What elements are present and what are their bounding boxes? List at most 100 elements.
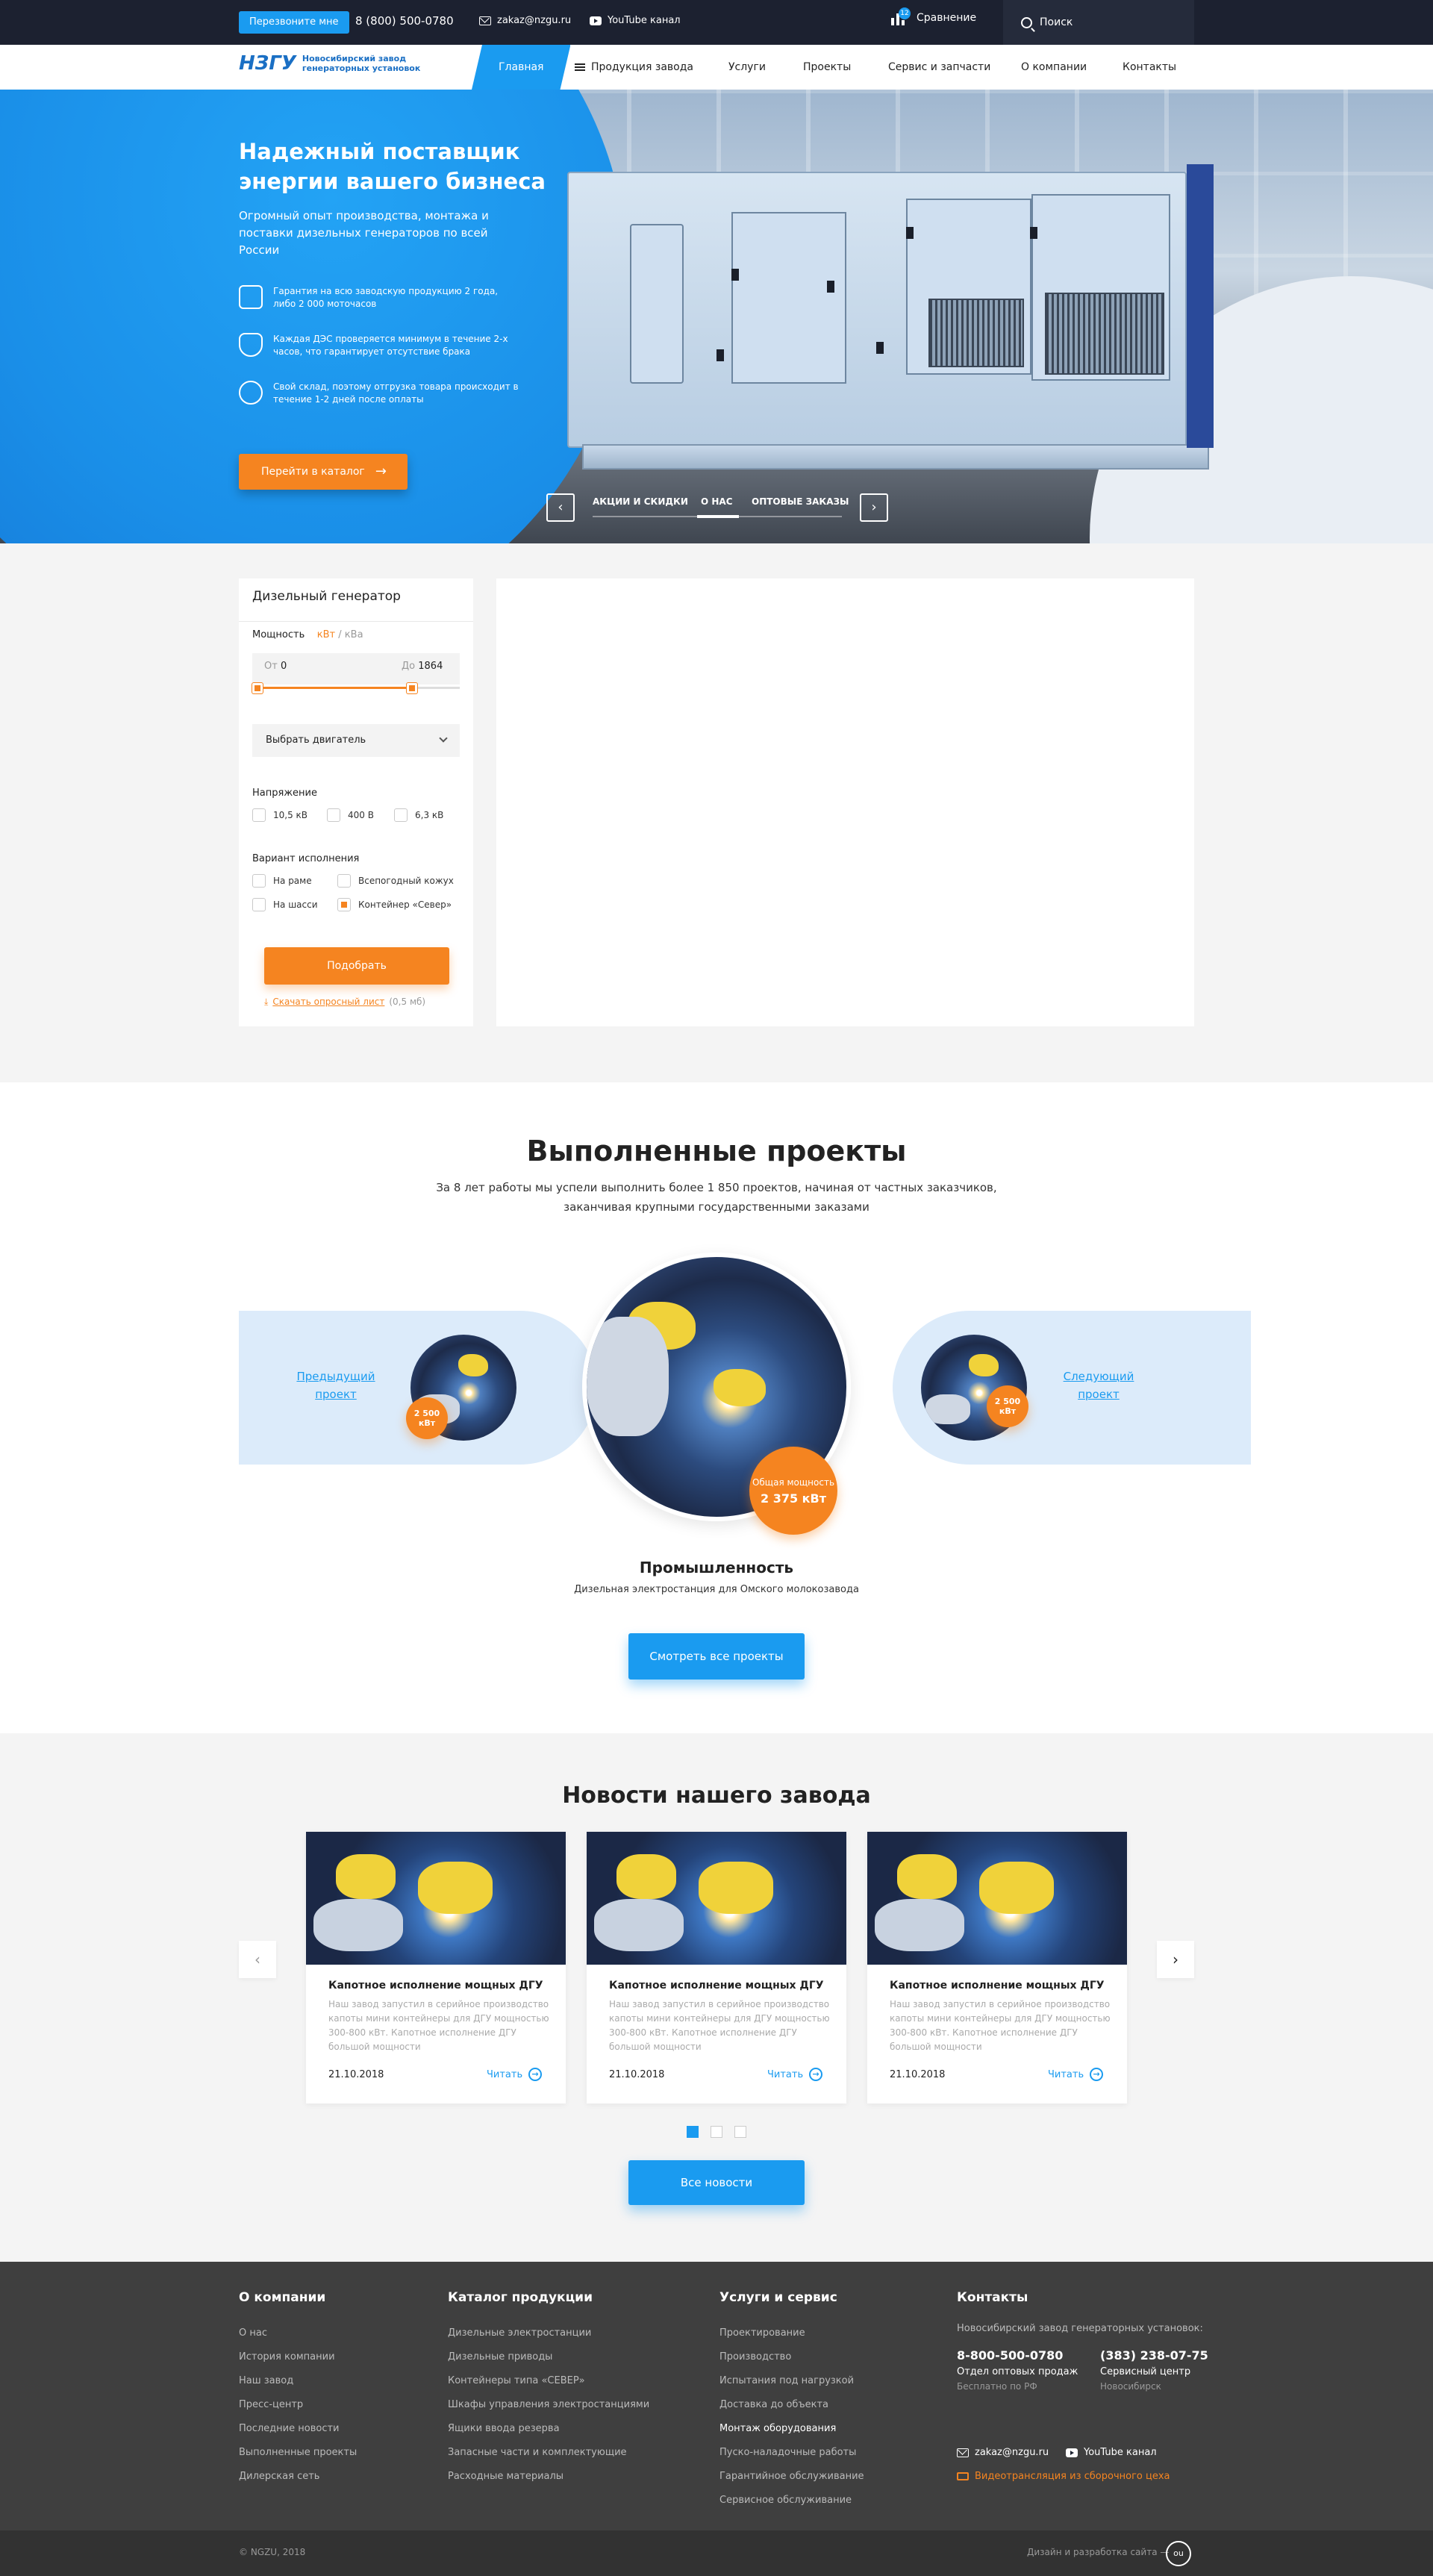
footer-link[interactable]: Наш завод: [239, 2369, 357, 2393]
nav-contacts[interactable]: Контакты: [1123, 45, 1176, 90]
nav-projects[interactable]: Проекты: [803, 45, 851, 90]
footer-link[interactable]: Дизельные электростанции: [448, 2321, 649, 2345]
footer-phone-service[interactable]: (383) 238-07-75: [1100, 2348, 1208, 2363]
footer-link[interactable]: Дилерская сеть: [239, 2465, 357, 2489]
news-page-dot[interactable]: [711, 2126, 722, 2138]
news-card-title[interactable]: Капотное исполнение мощных ДГУ: [890, 1980, 1105, 1992]
news-prev-button[interactable]: ‹: [239, 1941, 276, 1978]
news-card[interactable]: Капотное исполнение мощных ДГУ Наш завод…: [587, 1832, 846, 2103]
footer-link[interactable]: Дизельные приводы: [448, 2345, 649, 2369]
nav-about[interactable]: О компании: [1021, 45, 1087, 90]
compare-link[interactable]: 12 Сравнение: [891, 7, 976, 25]
news-page-dot[interactable]: [687, 2126, 699, 2138]
generator-filter: Дизельный генератор Мощность кВт / кВа О…: [239, 578, 473, 1026]
nav-home[interactable]: Главная: [472, 45, 570, 90]
nav-products[interactable]: Продукция завода: [575, 45, 693, 90]
news-card[interactable]: Капотное исполнение мощных ДГУ Наш завод…: [867, 1832, 1127, 2103]
checkbox-voltage-10-5[interactable]: 10,5 кВ: [252, 808, 307, 822]
checkbox-variant-container[interactable]: Контейнер «Север»: [337, 898, 452, 911]
footer-link[interactable]: Выполненные проекты: [239, 2441, 357, 2465]
news-read-link[interactable]: Читать →: [767, 2068, 823, 2081]
download-questionnaire-link[interactable]: ⤓ Скачать опросный лист (0,5 мб): [264, 997, 425, 1008]
arrow-circle-icon: →: [1090, 2068, 1104, 2081]
slider-prev-button[interactable]: ‹: [546, 493, 575, 522]
power-slider-min-handle[interactable]: [252, 683, 263, 693]
slider-next-button[interactable]: ›: [860, 493, 888, 522]
catalog-button[interactable]: Перейти в каталог →: [239, 454, 408, 490]
news-next-button[interactable]: ›: [1157, 1941, 1194, 1978]
checkbox-voltage-6-3[interactable]: 6,3 кВ: [394, 808, 443, 822]
news-read-link[interactable]: Читать →: [487, 2068, 543, 2081]
variant-label: Вариант исполнения: [252, 853, 360, 864]
footer-youtube[interactable]: YouTube канал: [1066, 2447, 1157, 2458]
nav-service-parts[interactable]: Сервис и запчасти: [888, 45, 990, 90]
footer-link[interactable]: Испытания под нагрузкой: [719, 2369, 864, 2393]
prev-project-link[interactable]: Предыдущий проект: [291, 1367, 381, 1403]
filter-submit-button[interactable]: Подобрать: [264, 947, 449, 985]
engine-select[interactable]: Выбрать двигатель: [252, 724, 460, 757]
next-project-link[interactable]: Следующий проект: [1054, 1367, 1143, 1403]
range-from-label: От: [264, 661, 278, 672]
footer: О компании О нас История компании Наш за…: [0, 2262, 1433, 2530]
footer-link[interactable]: История компании: [239, 2345, 357, 2369]
footer-link[interactable]: Доставка до объекта: [719, 2393, 864, 2417]
prev-project-card[interactable]: Предыдущий проект 2 500 кВт: [239, 1311, 597, 1465]
next-project-card[interactable]: 2 500 кВт Следующий проект: [893, 1311, 1251, 1465]
footer-video-stream[interactable]: Видеотрансляция из сборочного цеха: [957, 2471, 1170, 2482]
projects-section: Выполненные проекты За 8 лет работы мы у…: [0, 1082, 1433, 1733]
unit-kva-toggle[interactable]: кВа: [345, 629, 363, 640]
slide-tab-wholesale[interactable]: ОПТОВЫЕ ЗАКАЗЫ: [752, 496, 849, 507]
header-email[interactable]: zakaz@nzgu.ru: [479, 15, 571, 26]
range-to-value: 1864: [418, 661, 443, 672]
footer-link[interactable]: Контейнеры типа «СЕВЕР»: [448, 2369, 649, 2393]
news-read-link[interactable]: Читать →: [1048, 2068, 1104, 2081]
all-projects-button[interactable]: Смотреть все проекты: [628, 1633, 805, 1680]
footer-email[interactable]: zakaz@nzgu.ru: [957, 2447, 1049, 2458]
checkbox-variant-frame[interactable]: На раме: [252, 874, 312, 888]
all-news-button[interactable]: Все новости: [628, 2160, 805, 2205]
footer-link[interactable]: Сервисное обслуживание: [719, 2489, 864, 2513]
news-card-title[interactable]: Капотное исполнение мощных ДГУ: [609, 1980, 824, 1992]
footer-link[interactable]: Шкафы управления электростанциями: [448, 2393, 649, 2417]
footer-link[interactable]: Пресс-центр: [239, 2393, 357, 2417]
checkbox-variant-casing[interactable]: Всепогодный кожух: [337, 874, 454, 888]
checkbox-voltage-400[interactable]: 400 В: [327, 808, 374, 822]
footer-link[interactable]: Запасные части и комплектующие: [448, 2441, 649, 2465]
slide-tab-about[interactable]: О НАС: [701, 496, 733, 507]
news-card[interactable]: Капотное исполнение мощных ДГУ Наш завод…: [306, 1832, 566, 2103]
footer-link[interactable]: Монтаж оборудования: [719, 2417, 864, 2441]
footer-link[interactable]: Гарантийное обслуживание: [719, 2465, 864, 2489]
footer-link[interactable]: Производство: [719, 2345, 864, 2369]
compare-count: 12: [899, 7, 911, 19]
header-email-text: zakaz@nzgu.ru: [497, 15, 572, 26]
search-input[interactable]: Поиск: [1003, 0, 1194, 45]
footer-link[interactable]: Ящики ввода резерва: [448, 2417, 649, 2441]
header-phone[interactable]: 8 (800) 500-0780: [355, 14, 454, 28]
range-to[interactable]: До 1864: [402, 661, 443, 672]
footer-link[interactable]: Расходные материалы: [448, 2465, 649, 2489]
range-from[interactable]: От 0: [264, 661, 287, 672]
designer-logo[interactable]: ou: [1166, 2541, 1191, 2566]
stopwatch-icon: [239, 381, 263, 405]
unit-kw-toggle[interactable]: кВт: [317, 629, 335, 640]
footer-phone-sales[interactable]: 8-800-500-0780: [957, 2348, 1063, 2363]
header-youtube[interactable]: YouTube канал: [590, 15, 681, 26]
footer-link[interactable]: Пуско-наладочные работы: [719, 2441, 864, 2465]
news-page-dot[interactable]: [734, 2126, 746, 2138]
callback-button[interactable]: Перезвоните мне: [239, 11, 349, 34]
power-slider-max-handle[interactable]: [407, 683, 417, 693]
checkbox-variant-chassis[interactable]: На шасси: [252, 898, 318, 911]
nav-services[interactable]: Услуги: [728, 45, 766, 90]
news-card-title[interactable]: Капотное исполнение мощных ДГУ: [328, 1980, 543, 1992]
power-range-inputs: От 0 До 1864: [252, 653, 460, 684]
feature-check-text: Каждая ДЭС проверяется минимум в течение…: [273, 334, 508, 357]
slide-tab-sales[interactable]: АКЦИИ И СКИДКИ: [593, 496, 688, 507]
footer-catalog: Каталог продукции Дизельные электростанц…: [448, 2290, 649, 2489]
footer-link[interactable]: Проектирование: [719, 2321, 864, 2345]
feature-check: Каждая ДЭС проверяется минимум в течение…: [239, 333, 522, 358]
footer-link[interactable]: О нас: [239, 2321, 357, 2345]
logo-mark: НЗГУ: [239, 52, 296, 75]
logo[interactable]: НЗГУ Новосибирский завод генераторных ус…: [239, 52, 420, 75]
current-project-badge: Общая мощность 2 375 кВт: [749, 1447, 837, 1535]
footer-link[interactable]: Последние новости: [239, 2417, 357, 2441]
